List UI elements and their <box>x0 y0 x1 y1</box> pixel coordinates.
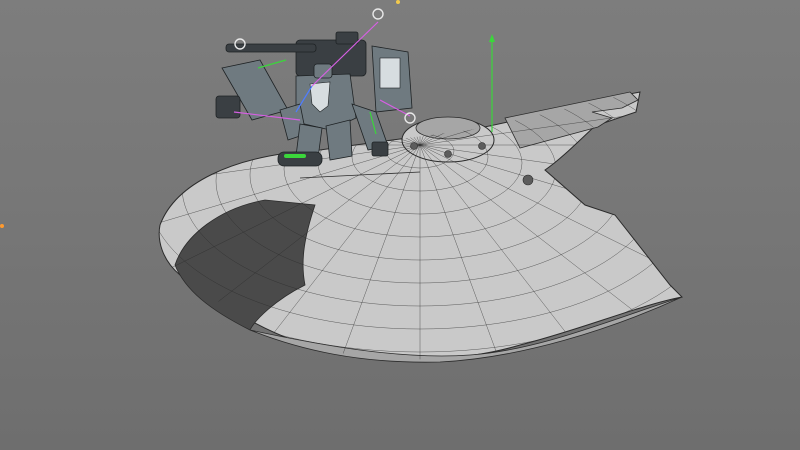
mech-right-leg <box>325 119 353 161</box>
gizmo-y-arrow[interactable] <box>489 34 495 42</box>
dome-hatch <box>410 142 418 150</box>
mech-cannon <box>335 31 359 45</box>
mech-model[interactable] <box>215 31 413 167</box>
dome-hatch <box>478 142 486 150</box>
mech-right-pod-face <box>379 57 401 89</box>
gizmo-handle[interactable] <box>404 112 416 124</box>
yellow-marker <box>396 0 400 4</box>
orange-marker <box>0 224 4 228</box>
gizmo-handle[interactable] <box>372 8 384 20</box>
cockpit-dome-top <box>415 116 481 140</box>
mech-left-pod-cap <box>215 95 241 119</box>
scene-canvas[interactable] <box>0 0 800 450</box>
mech-right-fist <box>371 141 389 157</box>
dome-hatch <box>444 150 452 158</box>
mech-tread-highlight <box>284 154 306 158</box>
3d-viewport[interactable] <box>0 0 800 450</box>
mech-cannon <box>225 43 317 53</box>
hull-port <box>522 174 534 186</box>
